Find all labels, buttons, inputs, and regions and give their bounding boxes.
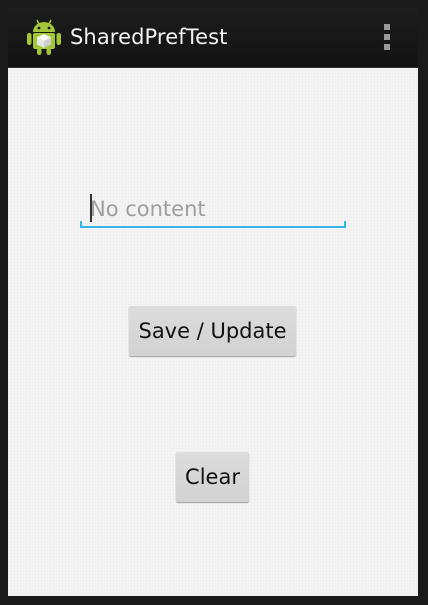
content-text-field[interactable] [90,194,340,224]
text-field-underline-left-tick [80,221,82,228]
text-field-underline-right-tick [344,221,346,228]
text-cursor [90,194,92,222]
main-content: Save / Update Clear [8,68,418,596]
text-field-container [80,190,346,228]
android-robot-icon [27,19,61,55]
save-update-button[interactable]: Save / Update [129,306,296,356]
screen: SharedPrefTest Save / Update Clear [8,8,418,596]
text-field-underline [80,226,346,228]
clear-button[interactable]: Clear [176,452,249,502]
overflow-menu-icon[interactable] [382,24,392,52]
app-title: SharedPrefTest [70,25,228,49]
action-bar: SharedPrefTest [8,8,418,68]
device-frame: SharedPrefTest Save / Update Clear [0,0,428,605]
